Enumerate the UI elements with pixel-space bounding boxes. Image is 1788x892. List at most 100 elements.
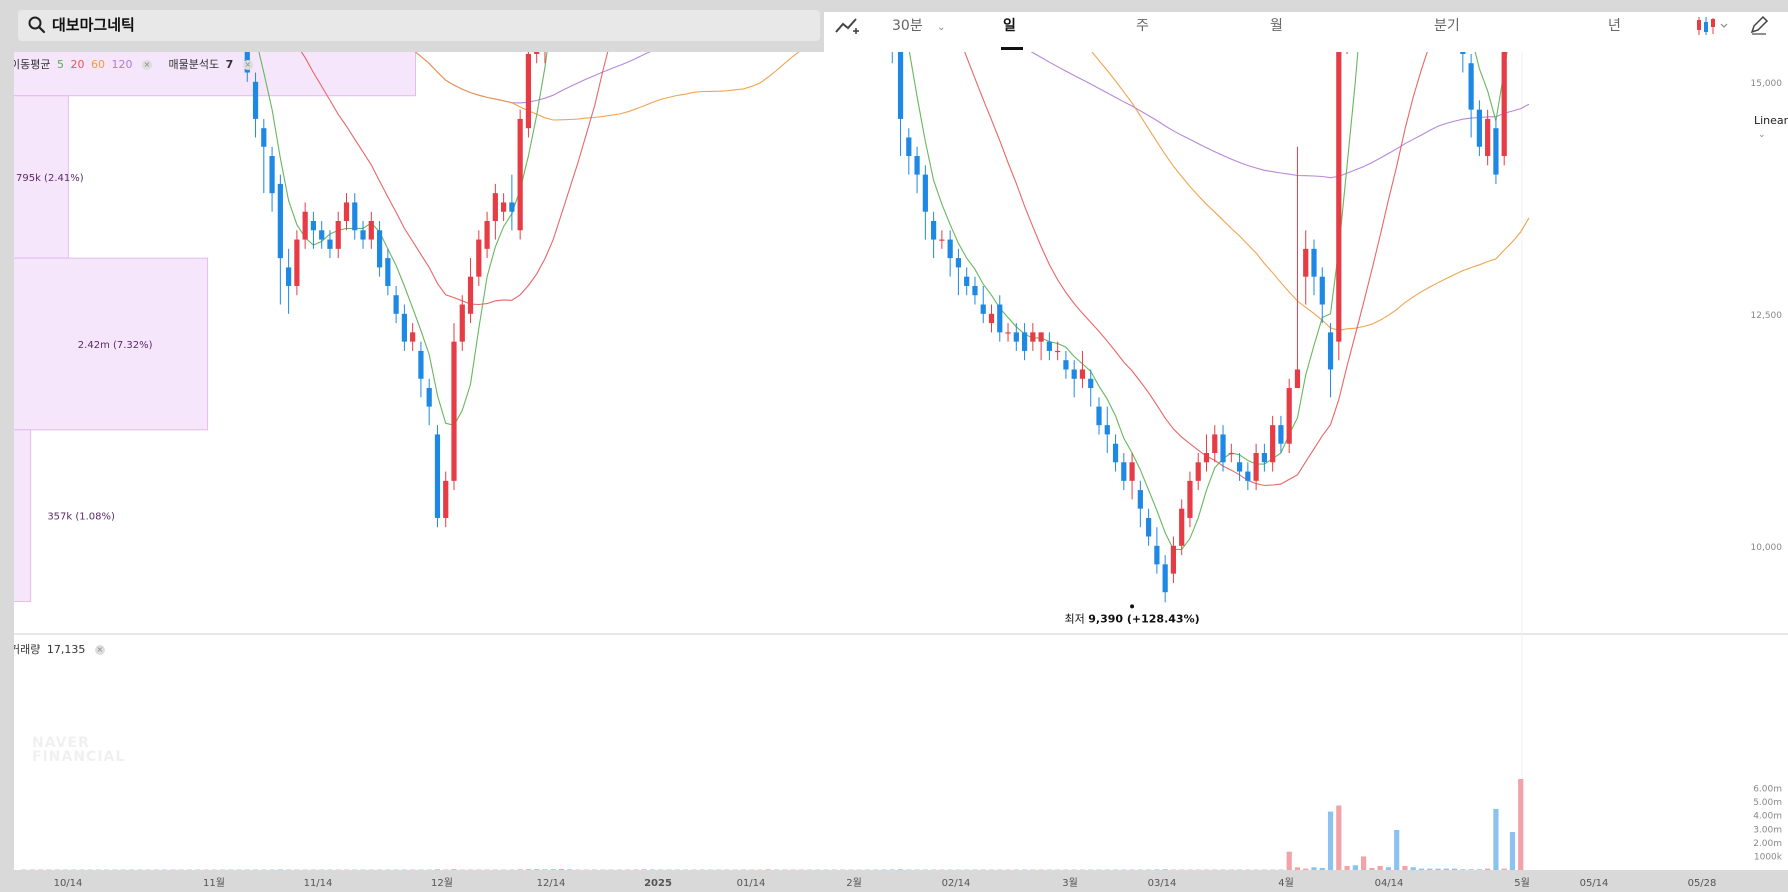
volume-bar <box>1344 865 1350 870</box>
volume-bar <box>1154 869 1160 870</box>
candle-body <box>1063 360 1069 370</box>
candle-body <box>1212 434 1218 453</box>
x-tick-label: 12월 <box>431 877 453 889</box>
candle-body <box>1170 545 1177 574</box>
candle-body <box>1104 425 1110 435</box>
volume-bar <box>542 869 548 870</box>
search-icon[interactable] <box>27 15 47 35</box>
x-tick-label: 11월 <box>203 877 225 889</box>
candle-body <box>1030 332 1036 342</box>
candle <box>1038 332 1044 361</box>
volume-profile-label: 795k (2.41%) <box>16 173 84 184</box>
candle-body <box>922 174 928 212</box>
candle-body <box>1485 118 1491 157</box>
pencil-icon[interactable] <box>1748 14 1770 36</box>
tab-day[interactable]: 일 <box>1003 12 1016 40</box>
tab-quarter[interactable]: 분기 <box>1434 12 1460 40</box>
volume-bar <box>534 869 540 870</box>
candle-body <box>1129 462 1135 481</box>
candle-body <box>459 304 465 342</box>
volume-bar <box>897 869 904 870</box>
search-box[interactable] <box>18 10 820 41</box>
close-icon[interactable]: × <box>94 645 105 655</box>
candle-body <box>1261 453 1267 463</box>
close-icon[interactable]: × <box>242 60 253 70</box>
volume-bar <box>277 869 283 870</box>
candle-body <box>509 202 515 212</box>
candle-body <box>1203 453 1210 463</box>
candle-body <box>939 239 945 241</box>
candle <box>1319 267 1325 324</box>
volume-bar <box>434 869 441 870</box>
search-input[interactable]: 대보마그네틱 <box>52 11 135 39</box>
candle <box>1327 323 1334 398</box>
candle-body <box>360 230 366 240</box>
tab-year[interactable]: 년 <box>1608 12 1621 40</box>
candle <box>1501 52 1507 166</box>
volume-bar <box>1327 811 1334 870</box>
candle-body <box>897 52 904 119</box>
candle <box>1261 443 1267 472</box>
volume-bar <box>1369 867 1375 870</box>
x-tick-label: 10/14 <box>54 878 83 889</box>
tab-week[interactable]: 주 <box>1136 12 1149 40</box>
x-tick-label: 03/14 <box>1148 878 1177 889</box>
scale-mode-button[interactable]: Linear ⌄ <box>1754 114 1788 140</box>
candle-body <box>368 221 374 240</box>
candle-body <box>286 267 292 286</box>
low-marker <box>1130 604 1135 609</box>
volume-bar <box>1361 856 1367 870</box>
watermark-line-1: NAVER <box>32 735 90 751</box>
ma60-label: 60 <box>90 58 105 71</box>
candle <box>955 248 962 296</box>
volume-bar <box>1418 868 1425 870</box>
candle <box>914 146 920 194</box>
volume-bar <box>1294 867 1301 870</box>
candle <box>964 267 970 296</box>
candle-body <box>269 156 275 194</box>
x-tick-label: 5월 <box>1514 877 1530 889</box>
chevron-down-icon: ⌄ <box>1758 130 1766 140</box>
candle <box>1212 425 1218 463</box>
candle-type-icon[interactable] <box>1695 15 1729 37</box>
candle <box>1485 109 1491 166</box>
candle <box>1270 415 1276 472</box>
candle-body <box>931 221 937 240</box>
candle-body <box>476 239 482 277</box>
interval-label: 30분 <box>892 18 923 34</box>
candle-body <box>1311 248 1317 277</box>
candle <box>401 304 407 351</box>
candle <box>501 193 507 221</box>
candle <box>980 285 986 324</box>
candle <box>368 211 374 249</box>
candle-body <box>1303 248 1309 277</box>
volume-tick-label: 3.00m <box>1753 825 1782 835</box>
candle-body <box>327 239 333 249</box>
chart-panel[interactable]: 6.59m (19.97%)3.17m (9.59%)14.9m (44.99%… <box>10 52 1788 872</box>
x-tick-label: 2025 <box>644 878 672 889</box>
candle <box>997 295 1003 342</box>
candle-body <box>294 239 300 286</box>
candle <box>1129 453 1135 500</box>
volume-legend-value: 17,135 <box>46 643 86 656</box>
toolbar-tabs-background <box>824 12 1788 52</box>
price-chart[interactable]: 6.59m (19.97%)3.17m (9.59%)14.9m (44.99%… <box>14 52 1788 872</box>
candle-body <box>451 341 457 481</box>
volume-bar <box>1485 868 1491 870</box>
tab-month[interactable]: 월 <box>1270 12 1283 40</box>
candle-body <box>1236 462 1243 472</box>
interval-select[interactable]: 30분 ⌄ <box>892 12 946 40</box>
candle-body <box>534 52 540 54</box>
volume-bar <box>1468 869 1474 870</box>
volume-bar <box>1410 867 1416 870</box>
volume-bar <box>1336 805 1342 870</box>
close-icon[interactable]: × <box>141 60 152 70</box>
candle-body <box>1336 52 1342 342</box>
candle <box>1137 480 1143 528</box>
candle <box>352 193 358 240</box>
volume-bar <box>1509 831 1516 870</box>
candle <box>509 174 515 231</box>
candle-body <box>434 434 441 518</box>
x-tick-label: 05/28 <box>1688 878 1717 889</box>
drawing-tool-icon[interactable] <box>834 14 860 38</box>
